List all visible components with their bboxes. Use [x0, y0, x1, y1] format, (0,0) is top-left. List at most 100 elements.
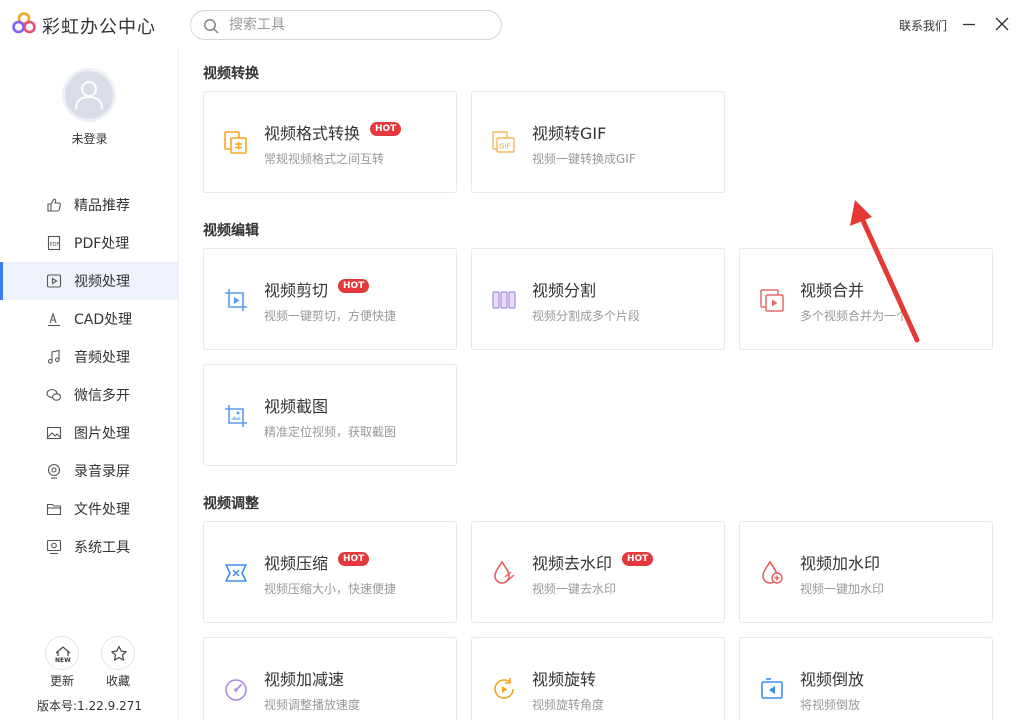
card-description: 视频一键去水印 [532, 582, 617, 596]
sidebar-item-label: 精品推荐 [74, 198, 130, 214]
favorite-label: 收藏 [105, 674, 130, 688]
sidebar-item-label: 图片处理 [74, 426, 130, 442]
sidebar-nav: 精品推荐 PDF PDF处理 视频处理 CAD处理 音频处理 微信多开 图片处理 [0, 186, 179, 566]
tool-card-video-rotate[interactable]: 视频旋转 视频旋转角度 [471, 637, 725, 720]
card-title: 视频去水印 [532, 554, 613, 573]
contact-us-link[interactable]: 联系我们 [899, 17, 947, 34]
video-play-icon [46, 274, 62, 288]
search-icon [204, 19, 219, 34]
hot-badge: HOT [622, 552, 654, 566]
card-description: 视频一键加水印 [800, 582, 885, 596]
tool-card-video-to-gif[interactable]: GIF 视频转GIF 视频一键转换成GIF [471, 91, 725, 193]
tool-card-remove-watermark[interactable]: 视频去水印 HOT 视频一键去水印 [471, 521, 725, 623]
tool-card-video-reverse[interactable]: 视频倒放 将视频倒放 [739, 637, 993, 720]
avatar[interactable] [62, 68, 116, 122]
card-description: 视频一键转换成GIF [532, 152, 636, 166]
remove-watermark-icon [494, 560, 515, 584]
tool-card-video-cut[interactable]: 视频剪切 HOT 视频一键剪切，方便快捷 [203, 248, 457, 350]
card-title: 视频旋转 [532, 670, 597, 689]
home-new-icon: NEW [55, 646, 71, 664]
split-icon [492, 291, 516, 309]
sidebar-item-label: 视频处理 [74, 274, 130, 290]
sidebar-item-label: 文件处理 [74, 502, 130, 518]
minimize-icon[interactable] [959, 14, 979, 34]
reverse-icon [761, 678, 783, 699]
annotation-arrow [850, 200, 920, 343]
card-title: 视频倒放 [800, 670, 865, 689]
card-title: 视频加减速 [264, 670, 345, 689]
merge-icon [760, 289, 784, 312]
sidebar: 未登录 精品推荐 PDF PDF处理 视频处理 CAD处理 音频处理 微信多开 … [0, 50, 179, 720]
screenshot-icon [225, 405, 247, 427]
card-title: 视频压缩 [264, 554, 329, 573]
sidebar-item-label: PDF处理 [74, 236, 130, 252]
card-title: 视频格式转换 [264, 124, 361, 143]
compress-icon [225, 564, 247, 582]
sidebar-item-label: 系统工具 [74, 540, 130, 556]
rotate-icon [494, 678, 514, 699]
sidebar-item-label: 录音录屏 [74, 464, 130, 480]
sidebar-item-pdf[interactable]: PDF PDF处理 [0, 224, 179, 262]
star-icon [111, 645, 127, 661]
main-content: 视频转换 视频格式转换 HOT 常规视频格式之间互转 GIF 视频转GIF 视频… [180, 50, 1025, 720]
version-text: 版本号:1.22.9.271 [37, 699, 142, 713]
tool-card-video-compress[interactable]: 视频压缩 HOT 视频压缩大小，快速便捷 [203, 521, 457, 623]
card-title: 视频剪切 [264, 281, 329, 300]
sidebar-item-image[interactable]: 图片处理 [0, 414, 179, 452]
sidebar-item-recommended[interactable]: 精品推荐 [0, 186, 179, 224]
card-description: 视频分割成多个片段 [532, 309, 641, 323]
sidebar-item-audio[interactable]: 音频处理 [0, 338, 179, 376]
card-title: 视频转GIF [532, 124, 607, 143]
sidebar-item-file[interactable]: 文件处理 [0, 490, 179, 528]
sidebar-item-label: 微信多开 [74, 388, 130, 404]
hot-badge: HOT [338, 279, 370, 293]
tool-card-add-watermark[interactable]: 视频加水印 视频一键加水印 [739, 521, 993, 623]
speed-gauge-icon [225, 679, 247, 701]
card-description: 视频一键剪切，方便快捷 [264, 309, 397, 323]
card-title: 视频分割 [532, 281, 597, 300]
tool-card-video-split[interactable]: 视频分割 视频分割成多个片段 [471, 248, 725, 350]
section-title-edit: 视频编辑 [203, 223, 259, 239]
section-title-convert: 视频转换 [203, 66, 259, 82]
title-bar: 彩虹办公中心 联系我们 [0, 0, 1025, 50]
search-box[interactable] [190, 10, 502, 40]
update-button[interactable]: NEW [45, 636, 79, 670]
tool-card-video-screenshot[interactable]: 视频截图 精准定位视频，获取截图 [203, 364, 457, 466]
svg-text:PDF: PDF [50, 242, 60, 248]
card-description: 视频旋转角度 [532, 698, 605, 712]
user-icon [75, 81, 103, 110]
sidebar-item-system[interactable]: 系统工具 [0, 528, 179, 566]
app-title: 彩虹办公中心 [42, 17, 156, 38]
sidebar-item-video[interactable]: 视频处理 [0, 262, 179, 300]
search-input[interactable] [229, 16, 489, 34]
sidebar-item-wechat[interactable]: 微信多开 [0, 376, 179, 414]
cad-icon [48, 312, 60, 327]
update-label: 更新 [49, 674, 74, 688]
system-tool-icon [46, 539, 62, 555]
add-watermark-icon [762, 560, 783, 584]
card-title: 视频加水印 [800, 554, 881, 573]
crop-play-icon [225, 289, 247, 311]
record-icon [47, 463, 61, 479]
card-title: 视频截图 [264, 397, 329, 416]
update-badge: NEW [55, 657, 71, 664]
gif-icon: GIF [492, 131, 515, 153]
tool-card-video-format[interactable]: 视频格式转换 HOT 常规视频格式之间互转 [203, 91, 457, 193]
tool-card-video-speed[interactable]: 视频加减速 视频调整播放速度 [203, 637, 457, 720]
card-description: 精准定位视频，获取截图 [264, 425, 397, 439]
card-description: 常规视频格式之间互转 [264, 152, 385, 166]
folder-icon [46, 503, 62, 516]
sidebar-item-cad[interactable]: CAD处理 [0, 300, 179, 338]
favorite-button[interactable] [101, 636, 135, 670]
card-description: 视频调整播放速度 [264, 698, 361, 712]
card-description: 将视频倒放 [800, 698, 861, 712]
wechat-icon [46, 388, 62, 401]
thumbs-up-icon [47, 198, 61, 212]
hot-badge: HOT [370, 122, 402, 136]
login-status[interactable]: 未登录 [0, 130, 179, 147]
hot-badge: HOT [338, 552, 370, 566]
close-icon[interactable] [992, 14, 1012, 34]
image-icon [46, 426, 62, 440]
sidebar-item-record[interactable]: 录音录屏 [0, 452, 179, 490]
music-note-icon [47, 349, 60, 364]
